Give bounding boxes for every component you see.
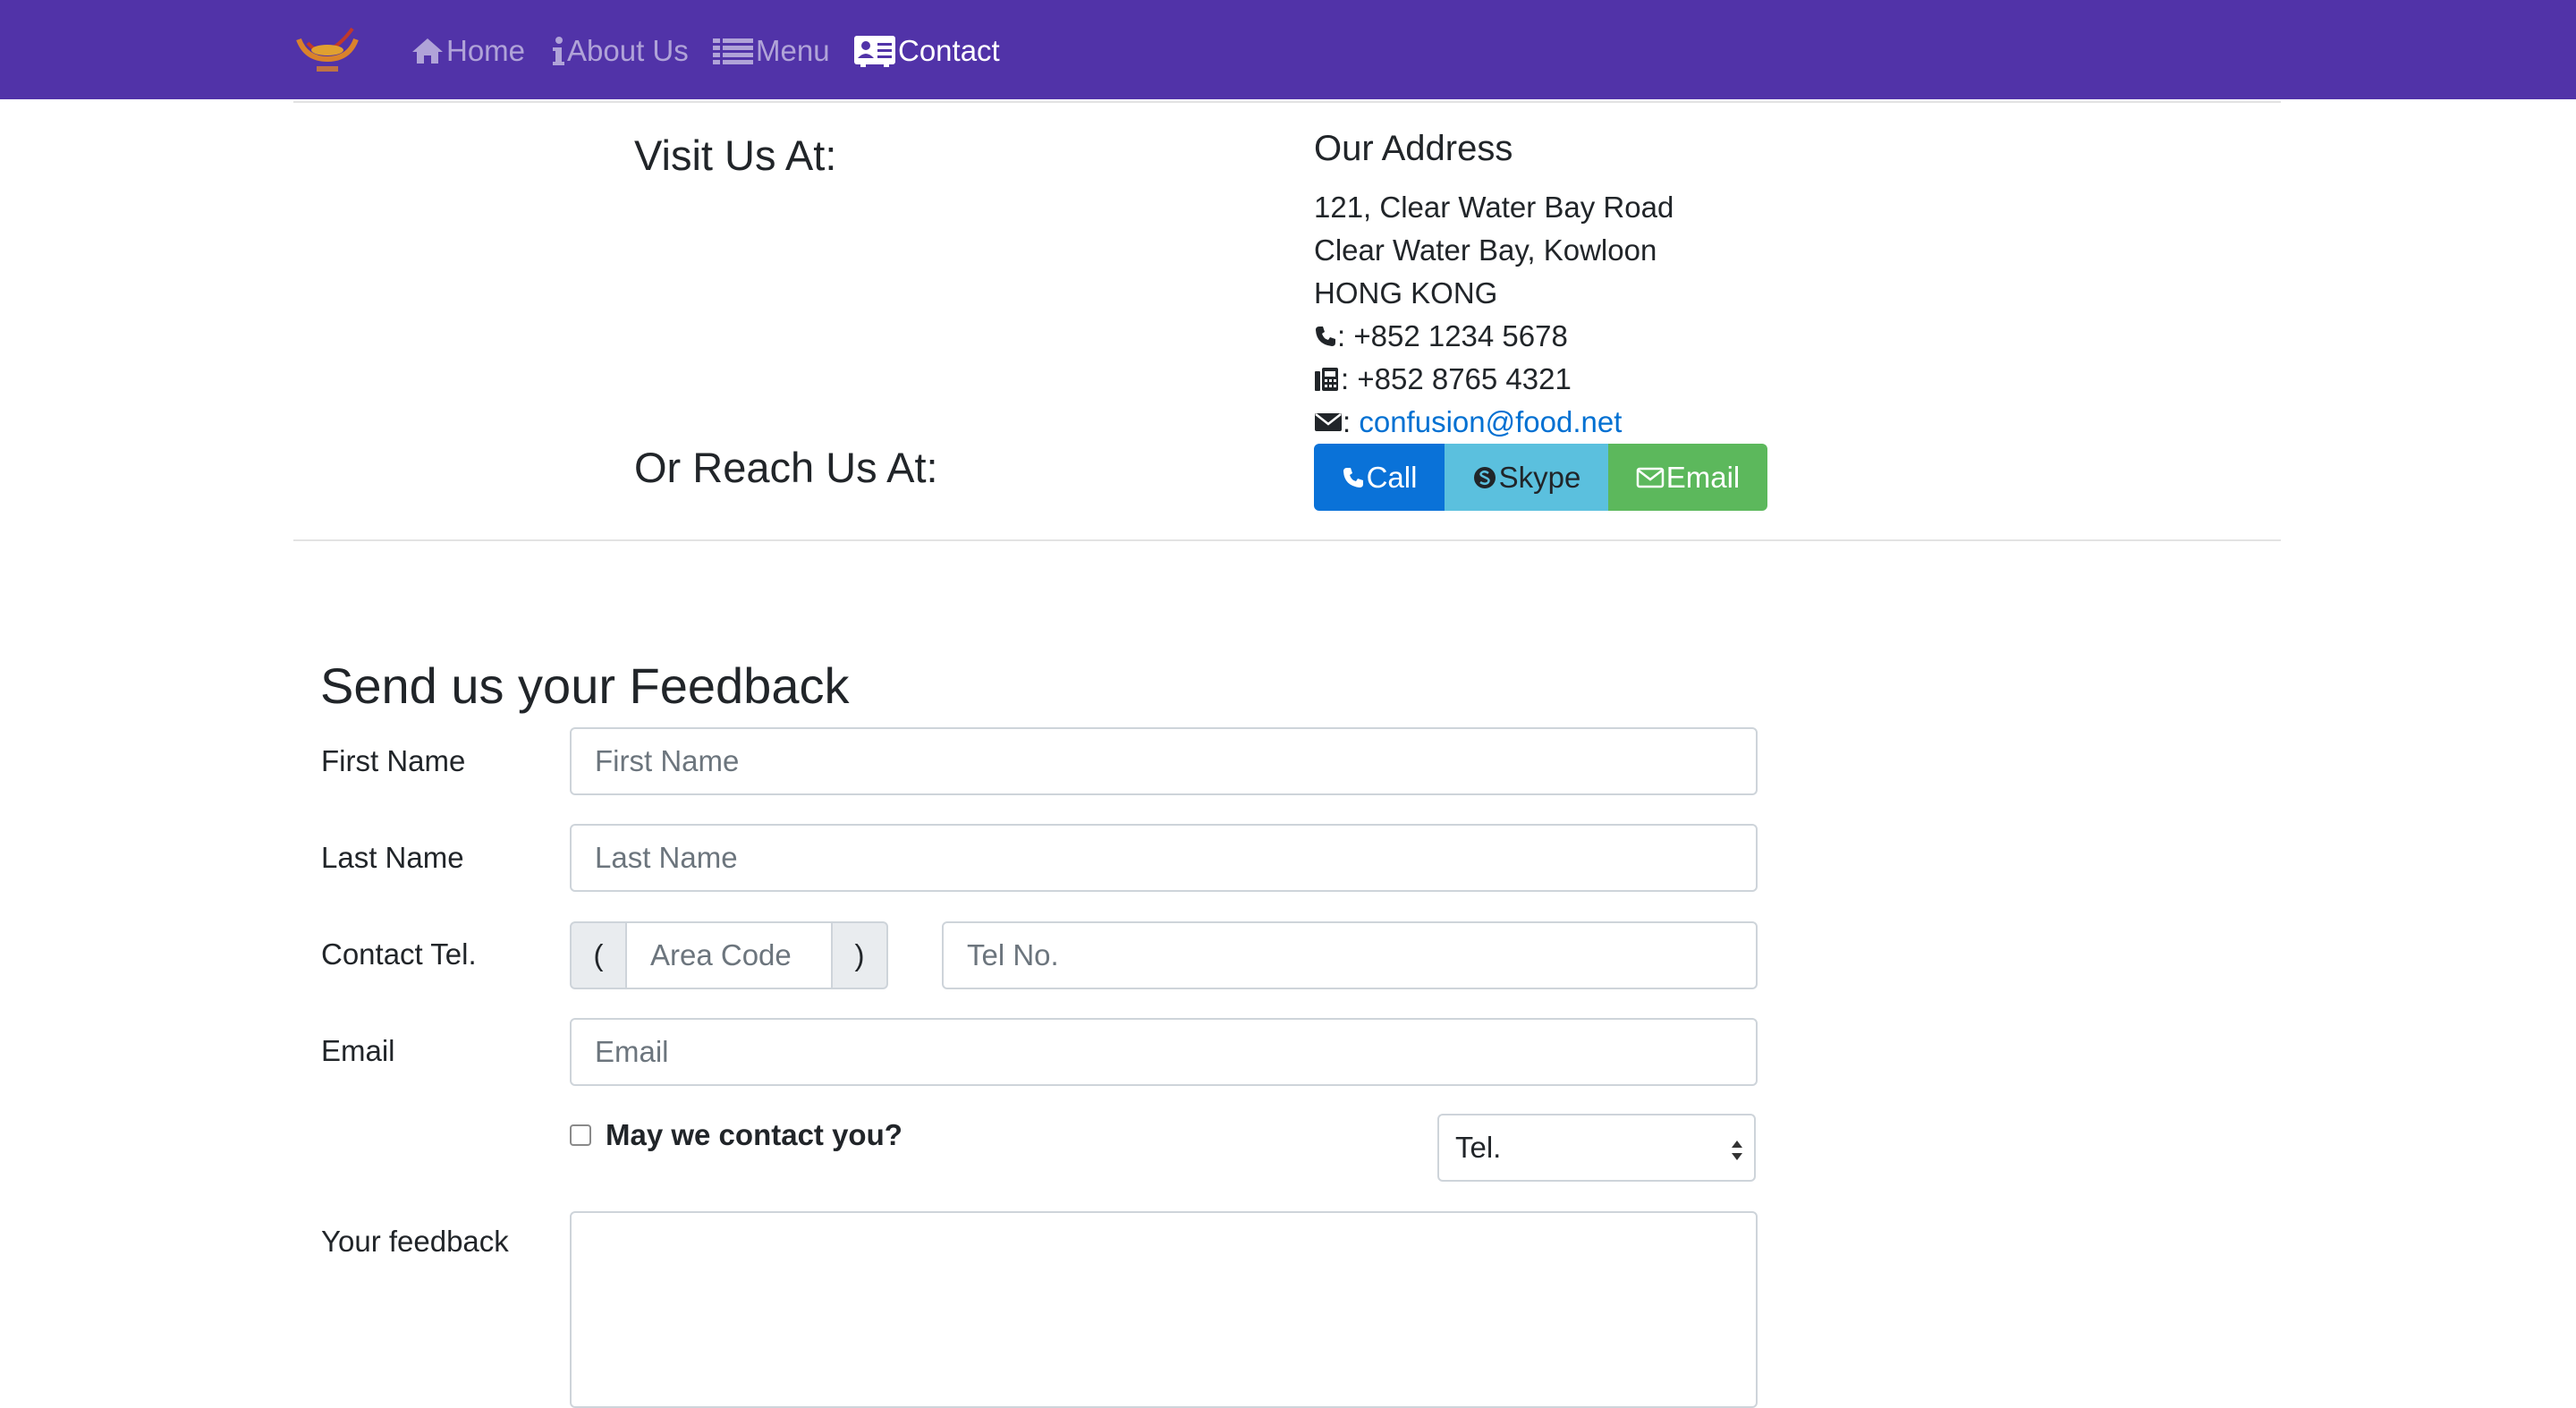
area-code-input[interactable]: Area Code xyxy=(625,921,834,989)
fax-icon xyxy=(1315,368,1338,391)
address-line3: HONG KONG xyxy=(1314,276,1498,310)
contact-tel-label: Contact Tel. xyxy=(321,937,477,971)
fax-number: : +852 8765 4321 xyxy=(1341,362,1572,395)
navbar: Home About Us Menu Contact xyxy=(0,0,2576,99)
info-icon xyxy=(553,37,564,65)
address-heading: Our Address xyxy=(1314,129,1513,168)
skype-button-label: Skype xyxy=(1498,460,1581,494)
email-line: : confusion@food.net xyxy=(1314,404,1622,440)
nav-about-label: About Us xyxy=(567,34,689,67)
tel-number-input[interactable]: Tel No. xyxy=(942,921,1758,989)
address-line1: 121, Clear Water Bay Road xyxy=(1314,191,1674,224)
call-button[interactable]: Call xyxy=(1314,444,1445,511)
email-placeholder: Email xyxy=(595,1035,669,1068)
phone-icon xyxy=(1316,327,1335,346)
divider-top xyxy=(293,101,2281,103)
last-name-placeholder: Last Name xyxy=(595,841,738,874)
may-contact-label[interactable]: May we contact you? xyxy=(606,1118,902,1152)
envelope-icon xyxy=(1315,413,1342,431)
last-name-label: Last Name xyxy=(321,841,464,874)
logo[interactable] xyxy=(293,23,361,79)
fax-line: : +852 8765 4321 xyxy=(1314,361,1572,397)
contact-method-select[interactable]: Tel. xyxy=(1437,1114,1756,1182)
address-card-icon xyxy=(854,36,895,67)
select-arrows-icon xyxy=(1732,1141,1742,1160)
email-button[interactable]: Email xyxy=(1608,444,1767,511)
area-code-open-paren: ( xyxy=(570,921,627,989)
envelope-icon xyxy=(1636,467,1664,488)
tel-number-placeholder: Tel No. xyxy=(967,938,1059,971)
may-contact-checkbox[interactable] xyxy=(570,1124,591,1146)
phone-icon xyxy=(1343,467,1363,488)
email-input[interactable]: Email xyxy=(570,1018,1758,1086)
nav-contact-label: Contact xyxy=(898,34,1000,67)
area-code-placeholder: Area Code xyxy=(650,938,792,971)
nav-home-label: Home xyxy=(446,34,526,67)
feedback-label: Your feedback xyxy=(321,1225,509,1258)
first-name-label: First Name xyxy=(321,744,466,777)
address-line2: Clear Water Bay, Kowloon xyxy=(1314,233,1657,267)
nav-contact[interactable]: Contact xyxy=(853,30,1000,72)
list-icon xyxy=(713,38,753,64)
skype-icon xyxy=(1473,466,1496,488)
phone-number: : +852 1234 5678 xyxy=(1337,319,1568,352)
feedback-heading: Send us your Feedback xyxy=(320,657,850,714)
email-prefix: : xyxy=(1343,405,1360,438)
feedback-textarea[interactable] xyxy=(570,1211,1758,1408)
first-name-placeholder: First Name xyxy=(595,744,740,777)
email-button-label: Email xyxy=(1665,460,1741,494)
nav-menu[interactable]: Menu xyxy=(713,30,830,72)
visit-heading: Visit Us At: xyxy=(634,131,837,179)
call-button-label: Call xyxy=(1366,460,1418,494)
phone-line: : +852 1234 5678 xyxy=(1314,318,1568,354)
home-icon xyxy=(412,38,443,64)
email-link[interactable]: confusion@food.net xyxy=(1359,404,1622,440)
reach-heading: Or Reach Us At: xyxy=(634,444,938,491)
nav-home[interactable]: Home xyxy=(411,30,525,72)
divider-middle xyxy=(293,539,2281,541)
last-name-input[interactable]: Last Name xyxy=(570,824,1758,892)
nav-about[interactable]: About Us xyxy=(551,30,689,72)
skype-button[interactable]: Skype xyxy=(1445,444,1608,511)
contact-button-group: Call Skype Email xyxy=(1314,444,1767,511)
first-name-input[interactable]: First Name xyxy=(570,727,1758,795)
nav-menu-label: Menu xyxy=(756,34,830,67)
area-code-close-paren: ) xyxy=(831,921,888,989)
contact-method-value: Tel. xyxy=(1455,1131,1502,1164)
email-label: Email xyxy=(321,1034,395,1067)
